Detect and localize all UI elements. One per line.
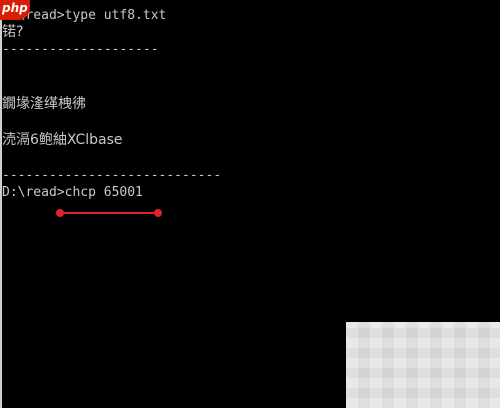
annotation-bar [59, 212, 159, 214]
console-window[interactable]: D:\read>type utf8.txt 锘? ---------------… [0, 0, 500, 408]
separator-line: ---------------------------- [2, 168, 222, 183]
separator-line: -------------------- [2, 42, 159, 57]
output-line-garbled-1: 鐗堟湰缂栧彿 [2, 96, 86, 112]
output-line-bom: 锘? [2, 24, 24, 40]
watermark-text: php [2, 1, 28, 15]
annotation-dot-left [56, 209, 64, 217]
php-watermark-logo: php [0, 0, 30, 20]
red-underline-annotation [56, 209, 162, 217]
command-line-chcp: D:\read>chcp 65001 [2, 185, 143, 200]
blurred-watermark-region [346, 322, 500, 408]
annotation-dot-right [154, 209, 162, 217]
output-line-garbled-2: 涜滆6鲍紬XClbase [2, 132, 123, 148]
window-edge [0, 0, 2, 408]
